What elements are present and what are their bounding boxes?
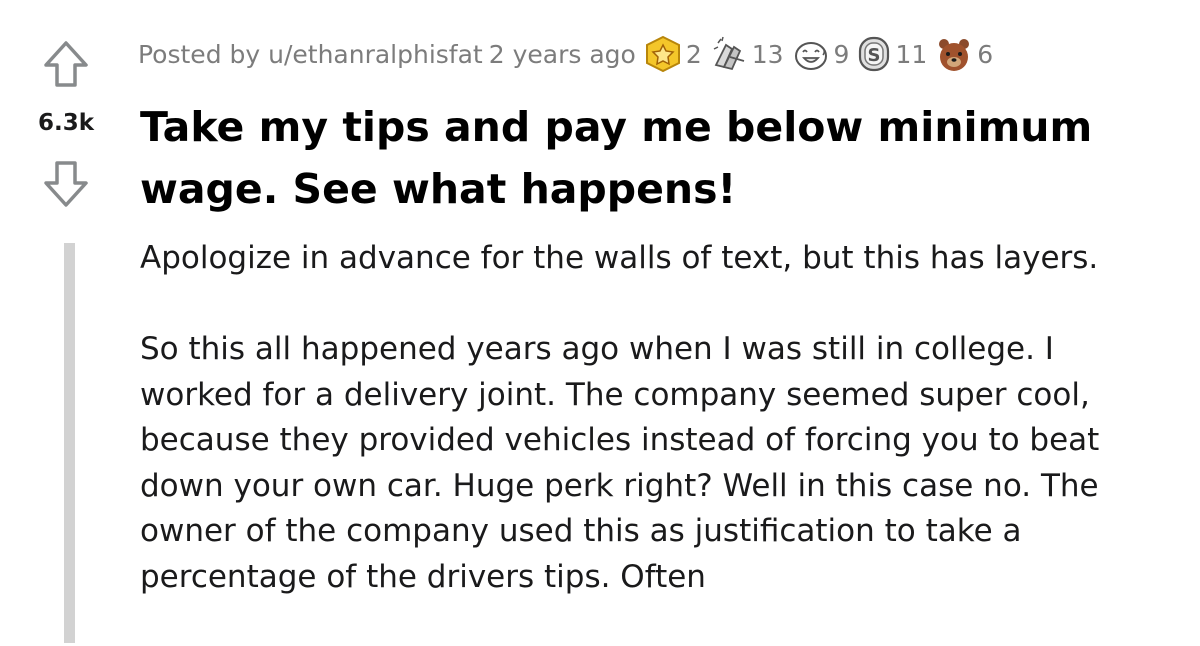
svg-text:S: S — [868, 45, 881, 66]
post-time[interactable]: 2 years ago — [489, 40, 636, 69]
body-paragraph: So this all happened years ago when I wa… — [140, 331, 1100, 595]
award-bear[interactable]: 6 — [935, 35, 993, 73]
vote-column: 6.3k — [0, 0, 130, 643]
award-praise[interactable]: 13 — [710, 35, 784, 73]
downvote-arrow-icon — [44, 161, 88, 207]
upvote-button[interactable] — [40, 38, 92, 90]
award-count: 6 — [977, 39, 994, 69]
award-count: 2 — [685, 39, 702, 69]
posted-by-link[interactable]: Posted by u/ethanralphisfat — [138, 40, 483, 69]
downvote-button[interactable] — [40, 158, 92, 210]
laughing-face-icon — [794, 42, 827, 70]
post-body: Apologize in advance for the walls of te… — [140, 236, 1150, 646]
award-silver[interactable]: S 11 — [857, 35, 927, 73]
upvote-arrow-icon — [44, 41, 88, 87]
award-count: 13 — [751, 39, 784, 69]
award-count: 11 — [895, 39, 928, 69]
silver-coin-icon: S — [859, 36, 890, 72]
post-title[interactable]: Take my tips and pay me below minimum wa… — [140, 96, 1140, 220]
award-laughing[interactable]: 9 — [792, 35, 850, 73]
praise-hands-icon — [713, 36, 744, 71]
post-meta: Posted by u/ethanralphisfat 2 years ago … — [138, 34, 993, 74]
bear-icon — [939, 39, 970, 71]
body-paragraph: Apologize in advance for the walls of te… — [140, 240, 1099, 276]
thread-line[interactable] — [64, 243, 75, 643]
award-count: 9 — [833, 39, 850, 69]
vote-score: 6.3k — [37, 110, 95, 136]
gold-badge-icon — [645, 35, 680, 73]
award-gold[interactable]: 2 — [644, 35, 702, 73]
